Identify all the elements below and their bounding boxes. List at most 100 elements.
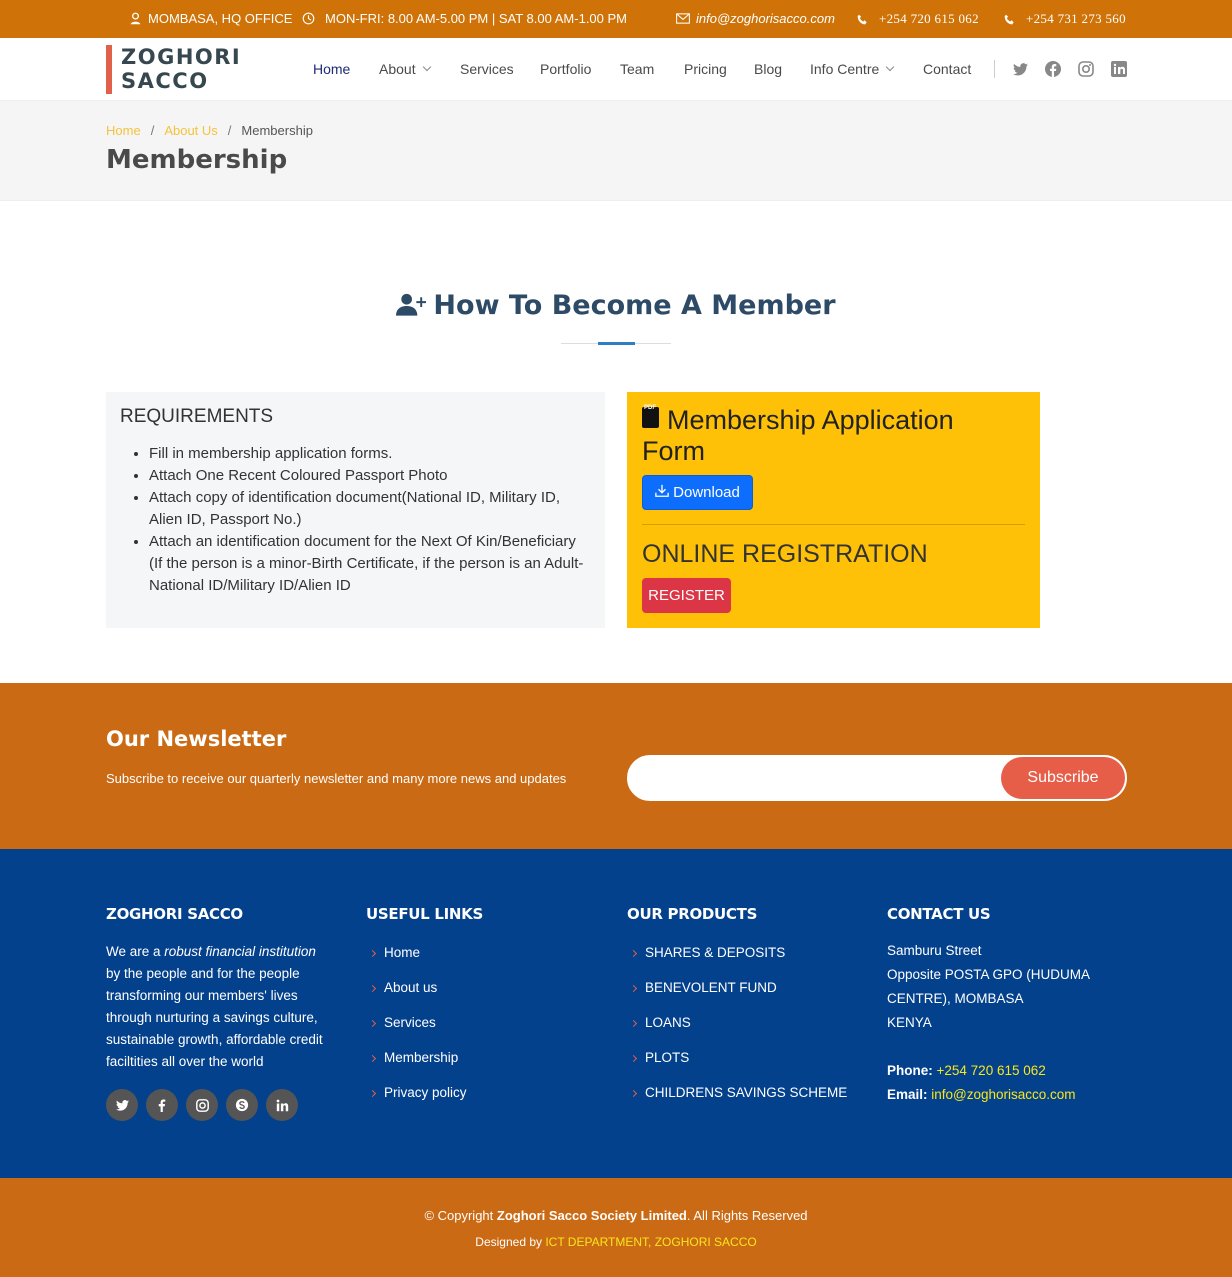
site-logo[interactable]: ZOGHORI SACCO <box>106 45 241 94</box>
chevron-right-icon <box>629 949 638 958</box>
nav-home[interactable]: Home <box>313 61 350 77</box>
instagram-icon[interactable] <box>186 1089 218 1121</box>
footer-about-text: We are a robust financial institution by… <box>106 941 331 1073</box>
footer-products: OUR PRODUCTS SHARES & DEPOSITS BENEVOLEN… <box>627 905 847 1120</box>
footer-link-label: About us <box>384 980 438 995</box>
requirement-item: Fill in membership application forms. <box>149 443 589 465</box>
product-label: SHARES & DEPOSITS <box>645 945 786 960</box>
nav-info-centre[interactable]: Info Centre <box>810 61 895 77</box>
chevron-down-icon <box>422 62 431 72</box>
breadcrumb-home[interactable]: Home <box>106 123 141 138</box>
nav-services[interactable]: Services <box>460 61 514 77</box>
footer-link-services[interactable]: Services <box>366 1015 483 1050</box>
copyright-pre: © Copyright <box>424 1208 497 1223</box>
footer-products-title: OUR PRODUCTS <box>627 905 758 923</box>
linkedin-icon[interactable] <box>266 1089 298 1121</box>
chevron-right-icon <box>368 1089 377 1098</box>
twitter-icon[interactable] <box>106 1089 138 1121</box>
copyright-bar: © Copyright Zoghori Sacco Society Limite… <box>0 1178 1232 1277</box>
about-text-pre: We are a <box>106 944 165 959</box>
product-link[interactable]: SHARES & DEPOSITS <box>627 945 847 980</box>
chevron-right-icon <box>629 1019 638 1028</box>
skype-icon[interactable] <box>226 1089 258 1121</box>
nav-about-label: About <box>379 61 416 77</box>
breadcrumb-separator: / <box>227 123 232 138</box>
site-footer: ZOGHORI SACCO We are a robust financial … <box>0 849 1232 1178</box>
chevron-right-icon <box>629 984 638 993</box>
linkedin-icon[interactable] <box>1111 61 1127 77</box>
phone-info-1[interactable]: +254 720 615 062 <box>855 11 979 27</box>
facebook-icon[interactable] <box>146 1089 178 1121</box>
user-plus-icon <box>396 293 427 324</box>
top-info-bar: MOMBASA, HQ OFFICE MON-FRI: 8.00 AM-5.00… <box>0 0 1232 38</box>
chevron-right-icon <box>368 949 377 958</box>
subscribe-button[interactable]: Subscribe <box>1001 757 1125 799</box>
footer-link-home[interactable]: Home <box>366 945 483 980</box>
footer-link-about[interactable]: About us <box>366 980 483 1015</box>
download-button[interactable]: Download <box>642 475 753 510</box>
nav-divider <box>994 60 995 78</box>
application-card: PDF Membership Application Form Download … <box>627 392 1040 628</box>
nav-contact[interactable]: Contact <box>923 61 971 77</box>
twitter-icon[interactable] <box>1012 61 1028 77</box>
newsletter-section: Our Newsletter Subscribe to receive our … <box>0 683 1232 849</box>
chevron-right-icon <box>629 1089 638 1098</box>
nav-portfolio[interactable]: Portfolio <box>540 61 591 77</box>
product-link[interactable]: CHILDRENS SAVINGS SCHEME <box>627 1085 847 1120</box>
footer-link-privacy[interactable]: Privacy policy <box>366 1085 483 1120</box>
email-info[interactable]: info@zoghorisacco.com <box>676 11 835 26</box>
requirements-title: REQUIREMENTS <box>120 406 274 427</box>
footer-link-membership[interactable]: Membership <box>366 1050 483 1085</box>
nav-team[interactable]: Team <box>620 61 654 77</box>
email-link[interactable]: info@zoghorisacco.com <box>696 11 835 26</box>
nav-about[interactable]: About <box>379 61 431 77</box>
company-name: Zoghori Sacco Society Limited <box>496 1208 687 1223</box>
facebook-icon[interactable] <box>1045 61 1061 77</box>
breadcrumb-about[interactable]: About Us <box>164 123 217 138</box>
pdf-file-icon: PDF <box>642 405 659 428</box>
email-label: Email: <box>887 1087 928 1102</box>
newsletter-title: Our Newsletter <box>106 727 287 751</box>
register-button[interactable]: REGISTER <box>642 578 731 613</box>
product-link[interactable]: PLOTS <box>627 1050 847 1085</box>
instagram-icon[interactable] <box>1078 61 1094 77</box>
nav-pricing[interactable]: Pricing <box>684 61 727 77</box>
copyright-post: . All Rights Reserved <box>686 1208 808 1223</box>
pdf-label: PDF <box>644 405 656 411</box>
section-title: How To Become A Member <box>0 290 1232 324</box>
location-text: MOMBASA, HQ OFFICE <box>148 11 293 26</box>
chevron-down-icon <box>886 62 895 72</box>
envelope-icon <box>676 12 690 26</box>
footer-link-label: Home <box>384 945 421 960</box>
application-title-text: Membership Application Form <box>642 405 954 466</box>
phone-link[interactable]: +254 720 615 062 <box>937 1063 1046 1078</box>
address-line: KENYA <box>887 1015 932 1030</box>
footer-links-list: Home About us Services Membership Privac… <box>366 945 483 1120</box>
requirement-item: Attach copy of identification document(N… <box>149 487 589 531</box>
footer-links: USEFUL LINKS Home About us Services Memb… <box>366 905 483 1120</box>
chevron-right-icon <box>368 1054 377 1063</box>
site-header: ZOGHORI SACCO Home About Services Portfo… <box>0 38 1232 101</box>
footer-products-list: SHARES & DEPOSITS BENEVOLENT FUND LOANS … <box>627 945 847 1120</box>
address-line: CENTRE), MOMBASA <box>887 991 1024 1006</box>
newsletter-form: Subscribe <box>627 755 1127 801</box>
email-link[interactable]: info@zoghorisacco.com <box>931 1087 1075 1102</box>
footer-contact: CONTACT US Samburu Street Opposite POSTA… <box>887 905 1090 1107</box>
breadcrumb-band: Home / About Us / Membership Membership <box>0 101 1232 201</box>
address-line: Opposite POSTA GPO (HUDUMA <box>887 967 1091 982</box>
footer-about-title: ZOGHORI SACCO <box>106 905 243 923</box>
designer-link[interactable]: ICT DEPARTMENT, ZOGHORI SACCO <box>545 1235 756 1249</box>
product-label: LOANS <box>645 1015 691 1030</box>
phone-2-text[interactable]: +254 731 273 560 <box>1026 11 1126 27</box>
card-divider <box>642 524 1025 525</box>
breadcrumb-current: Membership <box>241 123 313 138</box>
product-link[interactable]: LOANS <box>627 1015 847 1050</box>
breadcrumb-separator: / <box>150 123 155 138</box>
phone-info-2[interactable]: +254 731 273 560 <box>1002 11 1126 27</box>
designer-line: Designed by ICT DEPARTMENT, ZOGHORI SACC… <box>0 1235 1232 1249</box>
nav-blog[interactable]: Blog <box>754 61 782 77</box>
phone-1-text[interactable]: +254 720 615 062 <box>879 11 979 27</box>
footer-socials <box>106 1089 298 1121</box>
product-link[interactable]: BENEVOLENT FUND <box>627 980 847 1015</box>
